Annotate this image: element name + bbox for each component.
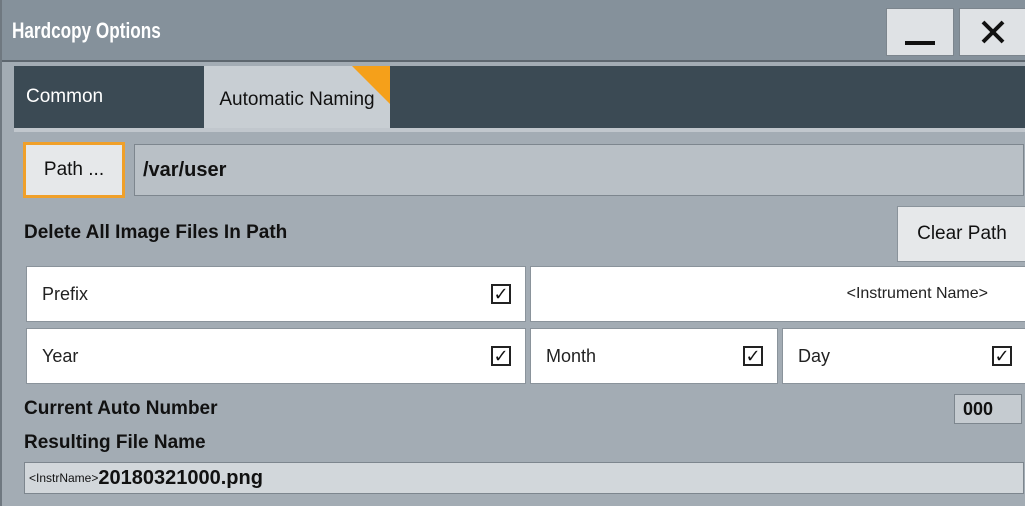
day-option[interactable]: Day ✓ (782, 328, 1025, 384)
active-tab-marker (352, 66, 390, 104)
minimize-icon (905, 41, 935, 45)
year-option[interactable]: Year ✓ (26, 328, 526, 384)
day-checkbox[interactable]: ✓ (992, 346, 1012, 366)
prefix-checkbox[interactable]: ✓ (491, 284, 511, 304)
path-field[interactable]: /var/user (134, 144, 1024, 196)
dialog-title: Hardcopy Options (12, 18, 161, 43)
tab-common-label: Common (26, 86, 104, 107)
check-icon: ✓ (493, 284, 509, 304)
title-bar: Hardcopy Options (2, 0, 1025, 62)
hardcopy-options-dialog: Hardcopy Options Common Automatic Naming… (0, 0, 1025, 506)
resulting-file-name-label: Resulting File Name (24, 432, 206, 453)
day-label: Day (798, 345, 831, 366)
current-auto-number-value: 000 (963, 398, 994, 419)
path-button-label: Path ... (43, 159, 105, 180)
current-auto-number-label: Current Auto Number (24, 398, 218, 419)
tab-common[interactable]: Common (14, 66, 202, 128)
result-filename: 20180321000.png (98, 466, 263, 489)
prefix-option[interactable]: Prefix ✓ (26, 266, 526, 322)
automatic-naming-panel: Path ... /var/user Delete All Image File… (14, 132, 1025, 506)
tab-bar: Common Automatic Naming (14, 66, 1025, 132)
close-button[interactable] (959, 8, 1025, 56)
month-checkbox[interactable]: ✓ (743, 346, 763, 366)
prefix-label: Prefix (42, 283, 89, 304)
year-label: Year (42, 345, 79, 366)
current-auto-number-field[interactable]: 000 (954, 394, 1022, 424)
clear-path-label: Clear Path (917, 223, 1007, 244)
month-option[interactable]: Month ✓ (530, 328, 778, 384)
result-prefix: <InstrName> (29, 471, 99, 485)
prefix-value: <Instrument Name> (846, 285, 988, 302)
path-value: /var/user (143, 158, 227, 181)
clear-path-button[interactable]: Clear Path (897, 206, 1025, 262)
path-button[interactable]: Path ... (23, 142, 125, 198)
tab-automatic-naming[interactable]: Automatic Naming (204, 66, 390, 128)
minimize-button[interactable] (886, 8, 954, 56)
check-icon: ✓ (493, 346, 509, 366)
month-label: Month (546, 345, 597, 366)
check-icon: ✓ (745, 346, 761, 366)
year-checkbox[interactable]: ✓ (491, 346, 511, 366)
resulting-file-name-field: <InstrName> 20180321000.png (24, 462, 1024, 494)
check-icon: ✓ (994, 346, 1010, 366)
delete-files-label: Delete All Image Files In Path (24, 222, 288, 243)
close-icon (981, 20, 1005, 44)
prefix-value-field[interactable]: <Instrument Name> (530, 266, 1025, 322)
